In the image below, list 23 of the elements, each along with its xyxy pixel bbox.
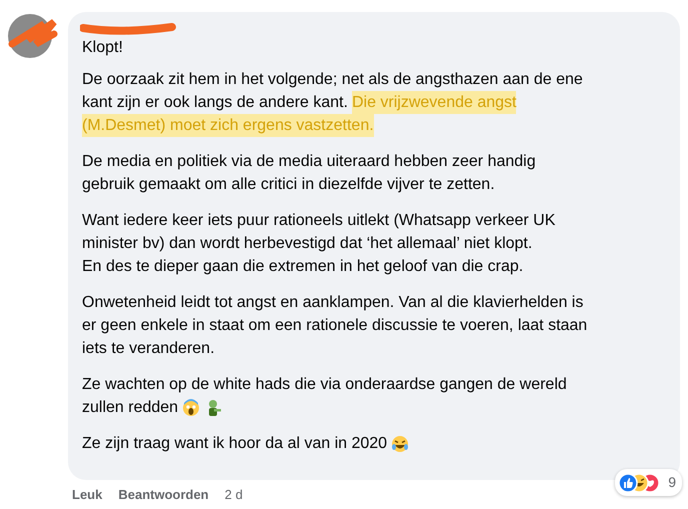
comment-text: iets te veranderen. [82,339,215,359]
comment-text: zullen redden [82,398,178,418]
screaming-face-icon [182,398,200,416]
comment-action-link[interactable]: Beantwoorden [118,485,209,504]
comment-time: 2 d [224,486,243,504]
comment-text: minister bv) dan wordt herbevestigd dat ‘het allemaal’ niet klopt. [82,234,532,254]
comment-text: Onwetenheid leidt tot angst en aanklampen. Van al die klavierhelden is [82,293,584,313]
comment-text: Klopt! [82,38,124,58]
highlighted-text: (M.Desmet) moet zich ergens vastzetten. [82,114,374,137]
comment-action-link[interactable]: Leuk [72,485,102,504]
comment-text: Ze zijn traag want ik hoor da al van in 2020 [82,434,388,454]
comment-text: De media en politiek via de media uiteraard hebben zeer handig [82,152,536,172]
comment-text: Want iedere keer iets puur rationeels uitlekt (Whatsapp verkeer UK [82,211,556,231]
reaction-count: 9 [668,473,676,492]
comment-text: Ze wachten op de white hads die via onderaardse gangen de wereld [82,375,567,395]
comment-text: gebruik gemaakt om alle critici in diezelfde vijver te zetten. [82,175,495,195]
laughing-face-icon [391,434,410,452]
comment-text: er geen enkele in staat om een rationele discussie te voeren, laat staan [82,316,588,336]
comment-text: kant zijn er ook langs de andere kant. [82,93,348,113]
reaction-icons-drawing [618,472,660,492]
comment-text: En des te dieper gaan die extremen in het geloof van die crap. [82,257,524,277]
reactions-pill[interactable]: 9 [615,469,682,496]
comment-text: De oorzaak zit hem in het volgende; net als de angsthazen aan de ene [82,70,583,90]
